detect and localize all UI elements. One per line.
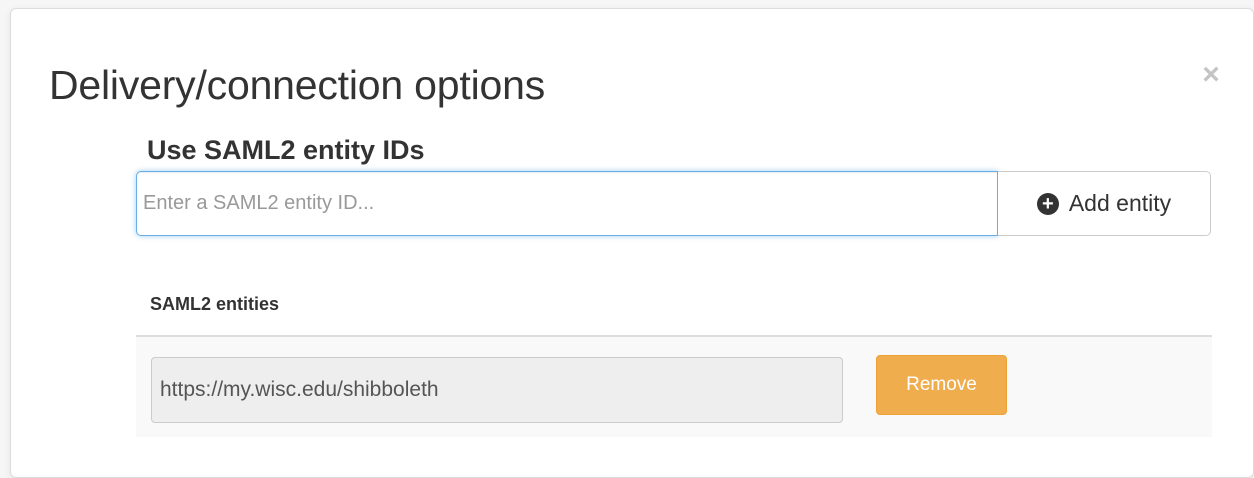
entity-input-group: + Add entity bbox=[136, 171, 1211, 236]
entities-list-heading: SAML2 entities bbox=[150, 294, 280, 314]
add-entity-label: Add entity bbox=[1068, 190, 1172, 216]
entity-row: https://my.wisc.edu/shibboleth Remove bbox=[136, 337, 1212, 437]
entity-value-field: https://my.wisc.edu/shibboleth bbox=[151, 357, 843, 423]
close-icon[interactable]: × bbox=[1197, 60, 1225, 90]
add-entity-button[interactable]: + Add entity bbox=[998, 171, 1211, 236]
plus-circle-icon: + bbox=[1036, 192, 1059, 215]
remove-entity-button[interactable]: Remove bbox=[876, 355, 1007, 415]
entity-id-input[interactable] bbox=[136, 171, 998, 236]
modal-title: Delivery/connection options bbox=[49, 62, 545, 108]
saml-section-heading: Use SAML2 entity IDs bbox=[147, 135, 425, 165]
